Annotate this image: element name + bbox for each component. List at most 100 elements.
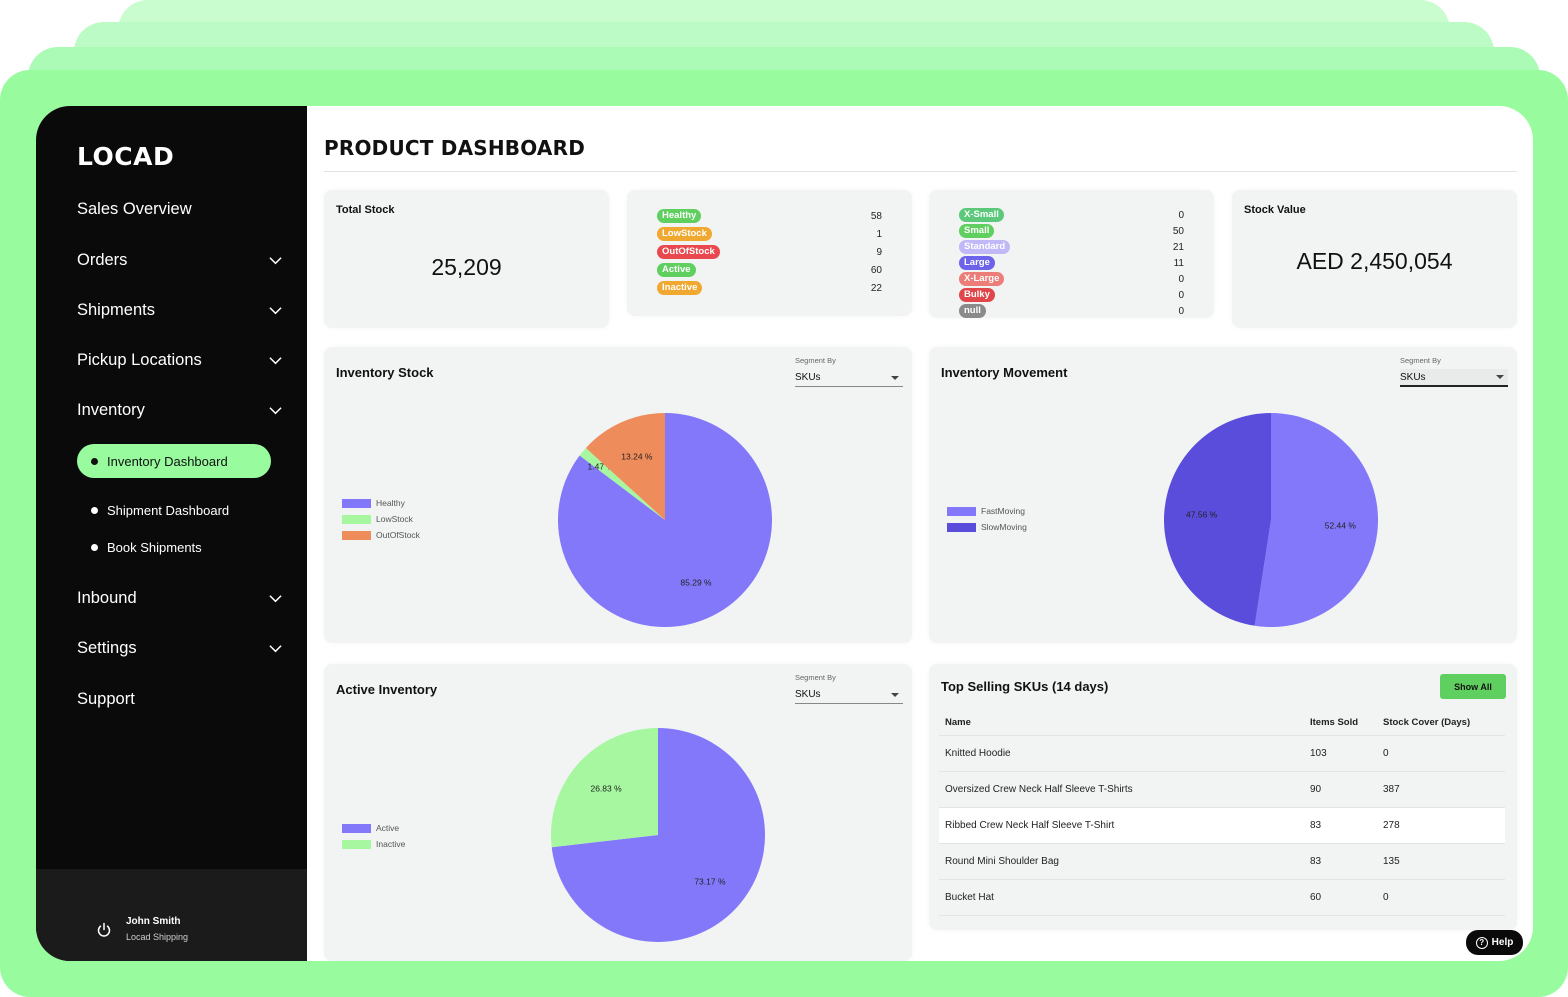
legend-label: Inactive — [376, 839, 406, 849]
legend-item[interactable]: OutOfStock — [342, 527, 420, 543]
status-badge: Healthy — [657, 209, 702, 223]
caret-down-icon — [891, 375, 899, 380]
status-badge: Large — [959, 256, 995, 270]
legend-item[interactable]: SlowMoving — [947, 519, 1027, 535]
page-title: PRODUCT DASHBOARD — [324, 136, 585, 160]
question-icon: ? — [1475, 936, 1488, 949]
count-value: 0 — [1178, 305, 1184, 317]
count-value: 21 — [1172, 241, 1184, 253]
legend-item[interactable]: Active — [342, 820, 405, 836]
table-row[interactable]: Oversized Crew Neck Half Sleeve T-Shirts… — [939, 771, 1505, 808]
legend-item[interactable]: Inactive — [342, 836, 405, 852]
sidebar-item-label: Sales Overview — [77, 199, 192, 218]
stock-value-card: Stock Value AED 2,450,054 — [1232, 190, 1517, 328]
sidebar-item-pickup-locations[interactable]: Pickup Locations — [77, 345, 282, 375]
count-row: Small 50 — [959, 224, 1184, 238]
count-row: Active 60 — [657, 263, 882, 277]
count-value: 50 — [1172, 225, 1184, 237]
table-row[interactable]: Ribbed Crew Neck Half Sleeve T-Shirt 83 27… — [939, 807, 1505, 844]
chart-legend: Active Inactive — [342, 820, 405, 852]
table-cell-stock-cover: 278 — [1377, 807, 1505, 844]
table-row[interactable]: Bucket Hat 60 0 — [939, 879, 1505, 916]
sidebar-subitem-label: Shipment Dashboard — [107, 502, 230, 518]
count-value: 11 — [1173, 257, 1184, 269]
chevron-down-icon — [269, 644, 282, 652]
user-org: Locad Shipping — [126, 932, 189, 942]
count-row: null 0 — [959, 304, 1184, 318]
legend-label: Active — [376, 823, 400, 833]
table-cell-stock-cover: 0 — [1377, 879, 1505, 916]
stock-value-amount: AED 2,450,054 — [1296, 248, 1453, 274]
legend-label: Healthy — [376, 498, 405, 508]
segment-select[interactable]: SKUs — [795, 369, 903, 387]
count-row: LowStock 1 — [657, 227, 882, 241]
pie-slice-slowmoving[interactable] — [1164, 413, 1271, 626]
chart-title: Inventory Movement — [941, 365, 1068, 380]
status-badge: X-Small — [959, 208, 1004, 222]
active-inventory-card: Active Inventory Segment By SKUs Active I… — [324, 664, 912, 961]
segment-select[interactable]: SKUs — [795, 686, 903, 704]
pie-slice-fastmoving[interactable] — [1254, 413, 1378, 627]
table-cell-name: Knitted Hoodie — [939, 735, 1304, 772]
count-value: 60 — [870, 264, 882, 276]
table-cell-stock-cover: 135 — [1377, 843, 1505, 880]
status-badge: X-Large — [959, 272, 1005, 286]
segment-by-dropdown[interactable]: Segment By SKUs — [795, 356, 903, 387]
chart-title: Active Inventory — [336, 682, 438, 697]
legend-label: LowStock — [376, 514, 413, 524]
inventory-stock-card: Inventory Stock Segment By SKUs Healthy L… — [324, 347, 912, 643]
main-content: PRODUCT DASHBOARD Total Stock 25,209 Hea… — [307, 106, 1533, 961]
show-all-button[interactable]: Show All — [1440, 674, 1506, 699]
inventory-movement-card: Inventory Movement Segment By SKUs FastM… — [929, 347, 1517, 643]
legend-label: SlowMoving — [981, 522, 1027, 532]
sidebar-item-support[interactable]: Support — [77, 684, 282, 714]
sidebar-item-label: Pickup Locations — [77, 350, 202, 369]
segment-selected-value: SKUs — [795, 689, 821, 700]
help-button[interactable]: ? Help — [1466, 930, 1523, 955]
sidebar-item-shipments[interactable]: Shipments — [77, 295, 282, 325]
sidebar-item-sales-overview[interactable]: Sales Overview — [77, 194, 282, 224]
status-badge: Active — [657, 263, 696, 277]
legend-item[interactable]: Healthy — [342, 495, 420, 511]
table-cell-name: Bucket Hat — [939, 879, 1304, 916]
bullet-icon — [91, 506, 98, 514]
pie-data-label: 26.83 % — [590, 784, 622, 794]
sidebar-item-label: Inbound — [77, 588, 137, 607]
segment-select[interactable]: SKUs — [1400, 369, 1508, 387]
pie-data-label: 85.29 % — [680, 577, 712, 587]
sidebar: LOCAD Sales Overview Orders Shipments Pi… — [36, 106, 307, 961]
legend-item[interactable]: LowStock — [342, 511, 420, 527]
sidebar-subitem-book-shipments[interactable]: Book Shipments — [77, 530, 271, 564]
segment-by-dropdown[interactable]: Segment By SKUs — [1400, 356, 1508, 387]
sidebar-item-orders[interactable]: Orders — [77, 245, 282, 275]
count-value: 0 — [1178, 273, 1184, 285]
chevron-down-icon — [269, 406, 282, 414]
count-value: 0 — [1178, 289, 1184, 301]
sidebar-item-inventory[interactable]: Inventory — [77, 395, 282, 425]
table-row[interactable]: Knitted Hoodie 103 0 — [939, 735, 1505, 772]
sidebar-subitem-shipment-dashboard[interactable]: Shipment Dashboard — [77, 493, 271, 527]
pie-data-label: 13.24 % — [621, 451, 653, 461]
top-selling-table: Name Items Sold Stock Cover (Days) Knitt… — [939, 710, 1505, 916]
sidebar-item-label: Shipments — [77, 300, 155, 319]
sidebar-item-label: Orders — [77, 250, 128, 269]
table-cell-name: Oversized Crew Neck Half Sleeve T-Shirts — [939, 771, 1304, 808]
table-cell-items-sold: 60 — [1304, 879, 1377, 916]
count-value: 58 — [870, 210, 882, 222]
table-header-row: Name Items Sold Stock Cover (Days) — [939, 710, 1505, 736]
table-cell-items-sold: 83 — [1304, 843, 1377, 880]
segment-by-dropdown[interactable]: Segment By SKUs — [795, 673, 903, 704]
legend-swatch — [342, 530, 371, 540]
sidebar-item-inbound[interactable]: Inbound — [77, 583, 282, 613]
sidebar-item-settings[interactable]: Settings — [77, 633, 282, 663]
power-icon[interactable] — [96, 922, 112, 938]
legend-item[interactable]: FastMoving — [947, 503, 1027, 519]
sidebar-subitem-inventory-dashboard[interactable]: Inventory Dashboard — [77, 444, 271, 478]
chevron-down-icon — [269, 306, 282, 314]
user-profile: John Smith Locad Shipping — [36, 869, 307, 961]
table-cell-items-sold: 103 — [1304, 735, 1377, 772]
sidebar-subitem-label: Book Shipments — [107, 539, 202, 555]
column-header: Items Sold — [1304, 710, 1377, 736]
table-row[interactable]: Round Mini Shoulder Bag 83 135 — [939, 843, 1505, 880]
legend-swatch — [947, 506, 976, 516]
